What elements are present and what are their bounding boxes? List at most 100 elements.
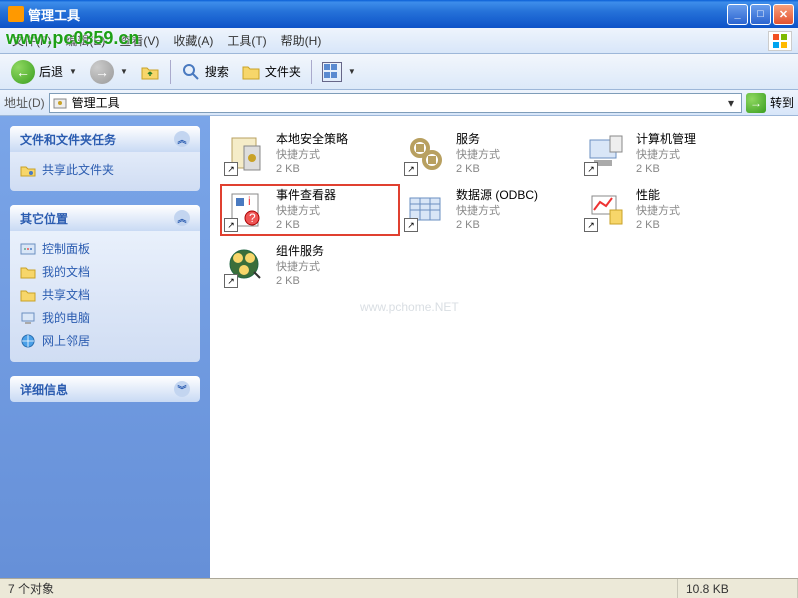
menu-favorites[interactable]: 收藏(A): [167, 30, 219, 51]
address-dropdown[interactable]: ▾: [723, 96, 739, 110]
folders-icon: [241, 62, 261, 82]
place-label: 控制面板: [42, 240, 90, 257]
folder-up-icon: [140, 62, 160, 82]
svg-text:?: ?: [249, 211, 256, 225]
maximize-button[interactable]: □: [750, 4, 771, 25]
tile-size: 2 KB: [636, 162, 696, 176]
tile-size: 2 KB: [456, 162, 500, 176]
menu-help[interactable]: 帮助(H): [275, 30, 328, 51]
panel-places-title: 其它位置: [20, 210, 68, 227]
tile-name: 性能: [636, 188, 680, 204]
menu-edit[interactable]: 编辑(E): [59, 30, 111, 51]
chevron-up-icon: ︽: [174, 210, 190, 226]
tile-item[interactable]: ↗本地安全策略快捷方式2 KB: [220, 128, 400, 180]
tile-name: 数据源 (ODBC): [456, 188, 538, 204]
shortcut-arrow-icon: ↗: [224, 162, 238, 176]
window-title: 管理工具: [28, 5, 727, 24]
address-bar: 地址(D) 管理工具 ▾ → 转到: [0, 90, 798, 116]
place-my-computer[interactable]: 我的电脑: [20, 306, 190, 329]
chevron-down-icon: ▼: [69, 67, 77, 76]
tile-item[interactable]: ↗ 性能快捷方式2 KB: [580, 184, 760, 236]
tile-item[interactable]: ↗ 计算机管理快捷方式2 KB: [580, 128, 760, 180]
panel-tasks-header[interactable]: 文件和文件夹任务 ︽: [10, 126, 200, 152]
chevron-down-icon: ▼: [120, 67, 128, 76]
tile-type: 快捷方式: [636, 148, 696, 162]
separator: [311, 60, 312, 84]
panel-details: 详细信息 ︾: [10, 376, 200, 402]
panel-details-title: 详细信息: [20, 381, 68, 398]
control-panel-icon: [20, 241, 36, 257]
tile-item[interactable]: ↗服务快捷方式2 KB: [400, 128, 580, 180]
shortcut-arrow-icon: ↗: [224, 274, 238, 288]
folder-icon: [20, 287, 36, 303]
close-button[interactable]: ✕: [773, 4, 794, 25]
place-shared-documents[interactable]: 共享文档: [20, 283, 190, 306]
shortcut-icon: ↗: [224, 244, 268, 288]
windows-logo-icon: [768, 31, 792, 51]
tile-item[interactable]: i?↗事件查看器快捷方式2 KB: [220, 184, 400, 236]
computer-icon: [20, 310, 36, 326]
view-button[interactable]: ▼: [318, 60, 360, 84]
shortcut-icon: ↗: [584, 188, 628, 232]
place-control-panel[interactable]: 控制面板: [20, 237, 190, 260]
menu-tools[interactable]: 工具(T): [221, 30, 272, 51]
chevron-down-icon: ︾: [174, 381, 190, 397]
tile-item[interactable]: ↗ 组件服务快捷方式2 KB: [220, 240, 400, 292]
separator: [170, 60, 171, 84]
tile-type: 快捷方式: [456, 148, 500, 162]
address-label: 地址(D): [4, 94, 45, 111]
tile-name: 计算机管理: [636, 132, 696, 148]
back-button[interactable]: ← 后退 ▼: [6, 57, 82, 87]
menu-view[interactable]: 查看(V): [113, 30, 165, 51]
menubar: 文件(F) 编辑(E) 查看(V) 收藏(A) 工具(T) 帮助(H): [0, 28, 798, 54]
place-label: 网上邻居: [42, 332, 90, 349]
toolbar: ← 后退 ▼ → ▼ 搜索 文件夹 ▼: [0, 54, 798, 90]
panel-tasks-title: 文件和文件夹任务: [20, 131, 116, 148]
panel-places: 其它位置 ︽ 控制面板 我的文档 共享文档 我的电脑: [10, 205, 200, 362]
tile-name: 事件查看器: [276, 188, 336, 204]
task-share-folder[interactable]: 共享此文件夹: [20, 158, 190, 181]
place-network-places[interactable]: 网上邻居: [20, 329, 190, 352]
share-icon: [20, 162, 36, 178]
tile-item[interactable]: ↗数据源 (ODBC)快捷方式2 KB: [400, 184, 580, 236]
place-label: 共享文档: [42, 286, 90, 303]
place-label: 我的文档: [42, 263, 90, 280]
folders-label: 文件夹: [265, 63, 301, 80]
tile-type: 快捷方式: [276, 148, 348, 162]
tile-type: 快捷方式: [276, 260, 324, 274]
place-label: 我的电脑: [42, 309, 90, 326]
titlebar: 管理工具 _ □ ✕: [0, 0, 798, 28]
panel-places-header[interactable]: 其它位置 ︽: [10, 205, 200, 231]
chevron-up-icon: ︽: [174, 131, 190, 147]
search-label: 搜索: [205, 63, 229, 80]
back-label: 后退: [39, 63, 63, 80]
panel-details-header[interactable]: 详细信息 ︾: [10, 376, 200, 402]
address-value: 管理工具: [72, 94, 120, 111]
shortcut-icon: ↗: [584, 132, 628, 176]
up-button[interactable]: [136, 60, 164, 84]
address-field[interactable]: 管理工具 ▾: [49, 93, 742, 113]
back-icon: ←: [11, 60, 35, 84]
status-count: 7 个对象: [0, 579, 678, 598]
tile-size: 2 KB: [276, 274, 324, 288]
shortcut-icon: ↗: [224, 132, 268, 176]
go-label: 转到: [770, 94, 794, 111]
search-button[interactable]: 搜索: [177, 60, 233, 84]
shortcut-arrow-icon: ↗: [404, 162, 418, 176]
folders-button[interactable]: 文件夹: [237, 60, 305, 84]
statusbar: 7 个对象 10.8 KB: [0, 578, 798, 598]
tile-type: 快捷方式: [636, 204, 680, 218]
tile-type: 快捷方式: [456, 204, 538, 218]
network-icon: [20, 333, 36, 349]
go-button[interactable]: →: [746, 93, 766, 113]
tile-name: 组件服务: [276, 244, 324, 260]
shortcut-icon: i?↗: [224, 188, 268, 232]
forward-button[interactable]: → ▼: [86, 58, 132, 86]
place-my-documents[interactable]: 我的文档: [20, 260, 190, 283]
view-icon: [322, 62, 342, 82]
shortcut-arrow-icon: ↗: [404, 218, 418, 232]
app-icon: [8, 6, 24, 22]
tile-size: 2 KB: [636, 218, 680, 232]
menu-file[interactable]: 文件(F): [6, 30, 57, 51]
minimize-button[interactable]: _: [727, 4, 748, 25]
